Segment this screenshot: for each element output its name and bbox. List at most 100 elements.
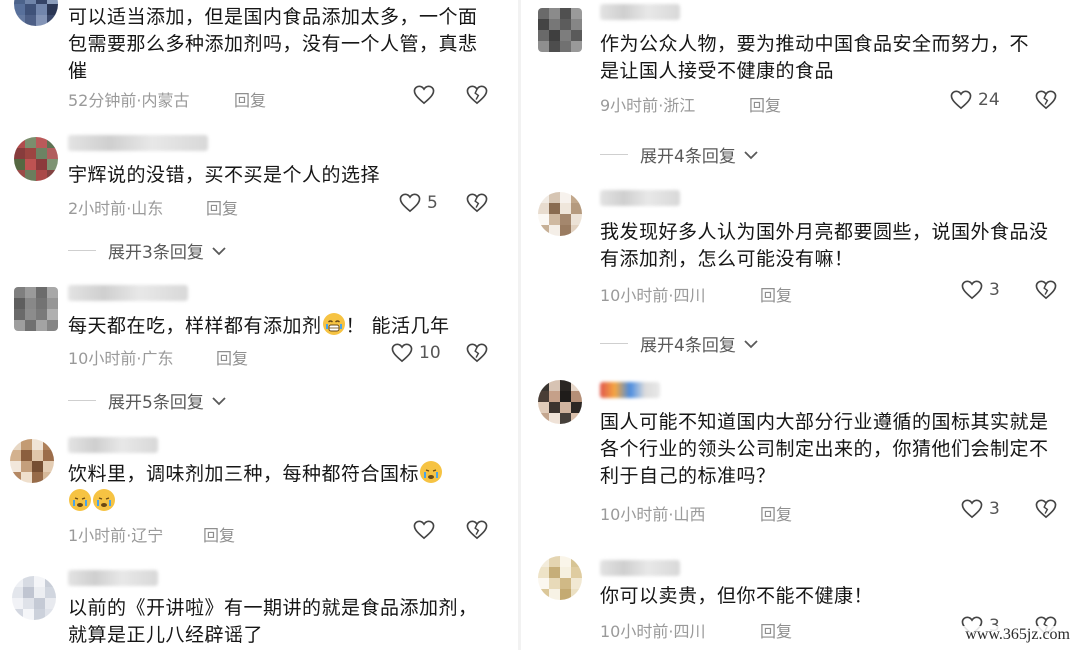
user-avatar[interactable] [10, 439, 54, 483]
dislike-button[interactable] [1035, 280, 1057, 304]
comment-item: 宇辉说的没错，买不买是个人的选择 2小时前·山东 回复 5 展开3条回复 [0, 125, 520, 270]
broken-heart-icon [1035, 499, 1057, 519]
like-button[interactable] [413, 520, 441, 540]
broken-heart-icon [466, 85, 488, 105]
user-name[interactable] [68, 135, 208, 151]
like-button[interactable] [413, 85, 441, 105]
user-avatar[interactable] [538, 380, 582, 424]
comment-region: 内蒙古 [141, 91, 190, 110]
comment-region: 山东 [131, 199, 164, 218]
comment-item: 国人可能不知道国内大部分行业遵循的国标其实就是各个行业的领头公司制定出来的，你猜… [520, 370, 1080, 540]
comment-meta: 10小时前·广东 [68, 345, 173, 369]
reply-button[interactable]: 回复 [760, 282, 792, 306]
broken-heart-icon [466, 193, 488, 213]
comment-time: 9小时前 [600, 96, 659, 115]
user-name[interactable] [68, 437, 158, 453]
comment-text: 饮料里，调味剂加三种，每种都符合国标 [68, 460, 498, 516]
comment-time: 10小时前 [600, 286, 669, 305]
heart-outline-icon [399, 193, 421, 213]
expand-replies-button[interactable]: 展开3条回复 [68, 238, 226, 263]
reply-button[interactable]: 回复 [749, 92, 781, 116]
expand-replies-button[interactable]: 展开4条回复 [600, 331, 758, 356]
comment-time: 1小时前 [68, 526, 127, 545]
comment-meta: 2小时前·山东 [68, 195, 163, 219]
user-name[interactable] [600, 382, 660, 398]
comment-item: 饮料里，调味剂加三种，每种都符合国标 1小时前·辽宁 回复 [0, 425, 520, 555]
user-name[interactable] [600, 4, 680, 20]
chevron-down-icon [744, 339, 758, 348]
comment-text: 宇辉说的没错，买不买是个人的选择 [68, 164, 381, 186]
broken-heart-icon [1035, 280, 1057, 300]
comment-text-part: ！ 能活几年 [345, 315, 450, 337]
like-button[interactable]: 3 [961, 499, 1000, 519]
reply-button[interactable]: 回复 [216, 345, 248, 369]
user-name[interactable] [68, 570, 158, 586]
comment-region: 浙江 [663, 96, 696, 115]
dislike-button[interactable] [466, 343, 488, 367]
heart-outline-icon [961, 280, 983, 300]
crying-face-emoji-icon [69, 489, 91, 511]
left-comment-column: 可以适当添加，但是国内食品添加太多，一个面包需要那么多种添加剂吗，没有一个人管，… [0, 0, 520, 650]
dislike-button[interactable] [466, 85, 488, 109]
dislike-button[interactable] [466, 193, 488, 217]
comment-time: 10小时前 [600, 505, 669, 524]
comment-meta: 1小时前·辽宁 [68, 522, 163, 546]
comment-region: 四川 [673, 622, 706, 641]
chevron-down-icon [744, 150, 758, 159]
expand-replies-label: 展开4条回复 [640, 336, 736, 356]
site-watermark: www.365jz.com [961, 626, 1074, 644]
comment-item: 我发现好多人认为国外月亮都要圆些，说国外食品没有添加剂，怎么可能没有嘛！ 10小… [520, 180, 1080, 360]
user-avatar[interactable] [14, 287, 58, 331]
broken-heart-icon [1035, 90, 1057, 110]
dislike-button[interactable] [1035, 90, 1057, 114]
comment-text: 作为公众人物，要为推动中国食品安全而努力，不是让国人接受不健康的食品 [600, 33, 1030, 82]
comment-text-part: 饮料里，调味剂加三种，每种都符合国标 [68, 463, 420, 485]
reply-button[interactable]: 回复 [234, 87, 266, 111]
heart-outline-icon [413, 85, 435, 105]
reply-button[interactable]: 回复 [206, 195, 238, 219]
user-avatar[interactable] [14, 137, 58, 181]
user-name[interactable] [600, 560, 680, 576]
like-button[interactable]: 10 [391, 343, 441, 363]
like-count: 3 [989, 499, 1000, 519]
expand-divider-line [600, 154, 628, 155]
like-button[interactable]: 24 [950, 90, 1000, 110]
comment-item: 可以适当添加，但是国内食品添加太多，一个面包需要那么多种添加剂吗，没有一个人管，… [0, 0, 520, 125]
user-avatar[interactable] [12, 576, 56, 620]
user-name[interactable] [600, 190, 680, 206]
heart-outline-icon [950, 90, 972, 110]
reply-button[interactable]: 回复 [203, 522, 235, 546]
crying-face-emoji-icon [322, 313, 345, 335]
user-avatar[interactable] [538, 556, 582, 600]
reply-button[interactable]: 回复 [760, 618, 792, 642]
expand-divider-line [68, 400, 96, 401]
heart-outline-icon [391, 343, 413, 363]
comment-time: 10小时前 [600, 622, 669, 641]
comment-text: 以前的《开讲啦》有一期讲的就是食品添加剂，就算是正儿八经辟谣了 [68, 597, 478, 646]
comment-meta: 52分钟前·内蒙古 [68, 87, 189, 111]
user-avatar[interactable] [538, 8, 582, 52]
like-button[interactable]: 3 [961, 280, 1000, 300]
comment-time: 2小时前 [68, 199, 127, 218]
user-avatar[interactable] [14, 0, 58, 26]
expand-replies-button[interactable]: 展开4条回复 [600, 142, 758, 167]
dislike-button[interactable] [466, 520, 488, 544]
crying-face-emoji-icon [420, 461, 443, 483]
expand-replies-label: 展开5条回复 [108, 393, 204, 413]
comment-region: 广东 [141, 349, 174, 368]
comment-item: 以前的《开讲啦》有一期讲的就是食品添加剂，就算是正儿八经辟谣了 [0, 562, 520, 650]
dislike-button[interactable] [1035, 499, 1057, 523]
comment-meta: 9小时前·浙江 [600, 92, 695, 116]
reply-button[interactable]: 回复 [760, 501, 792, 525]
comment-meta: 10小时前·四川 [600, 618, 705, 642]
expand-replies-button[interactable]: 展开5条回复 [68, 388, 226, 413]
comment-time: 10小时前 [68, 349, 137, 368]
comment-text: 可以适当添加，但是国内食品添加太多，一个面包需要那么多种添加剂吗，没有一个人管，… [68, 6, 478, 82]
comment-text-part: 每天都在吃，样样都有添加剂 [68, 315, 322, 337]
user-name[interactable] [68, 285, 188, 301]
comment-text: 我发现好多人认为国外月亮都要圆些，说国外食品没有添加剂，怎么可能没有嘛！ [600, 221, 1049, 270]
like-button[interactable]: 5 [399, 193, 438, 213]
comment-meta: 10小时前·四川 [600, 282, 705, 306]
chevron-down-icon [212, 396, 226, 405]
user-avatar[interactable] [538, 192, 582, 236]
